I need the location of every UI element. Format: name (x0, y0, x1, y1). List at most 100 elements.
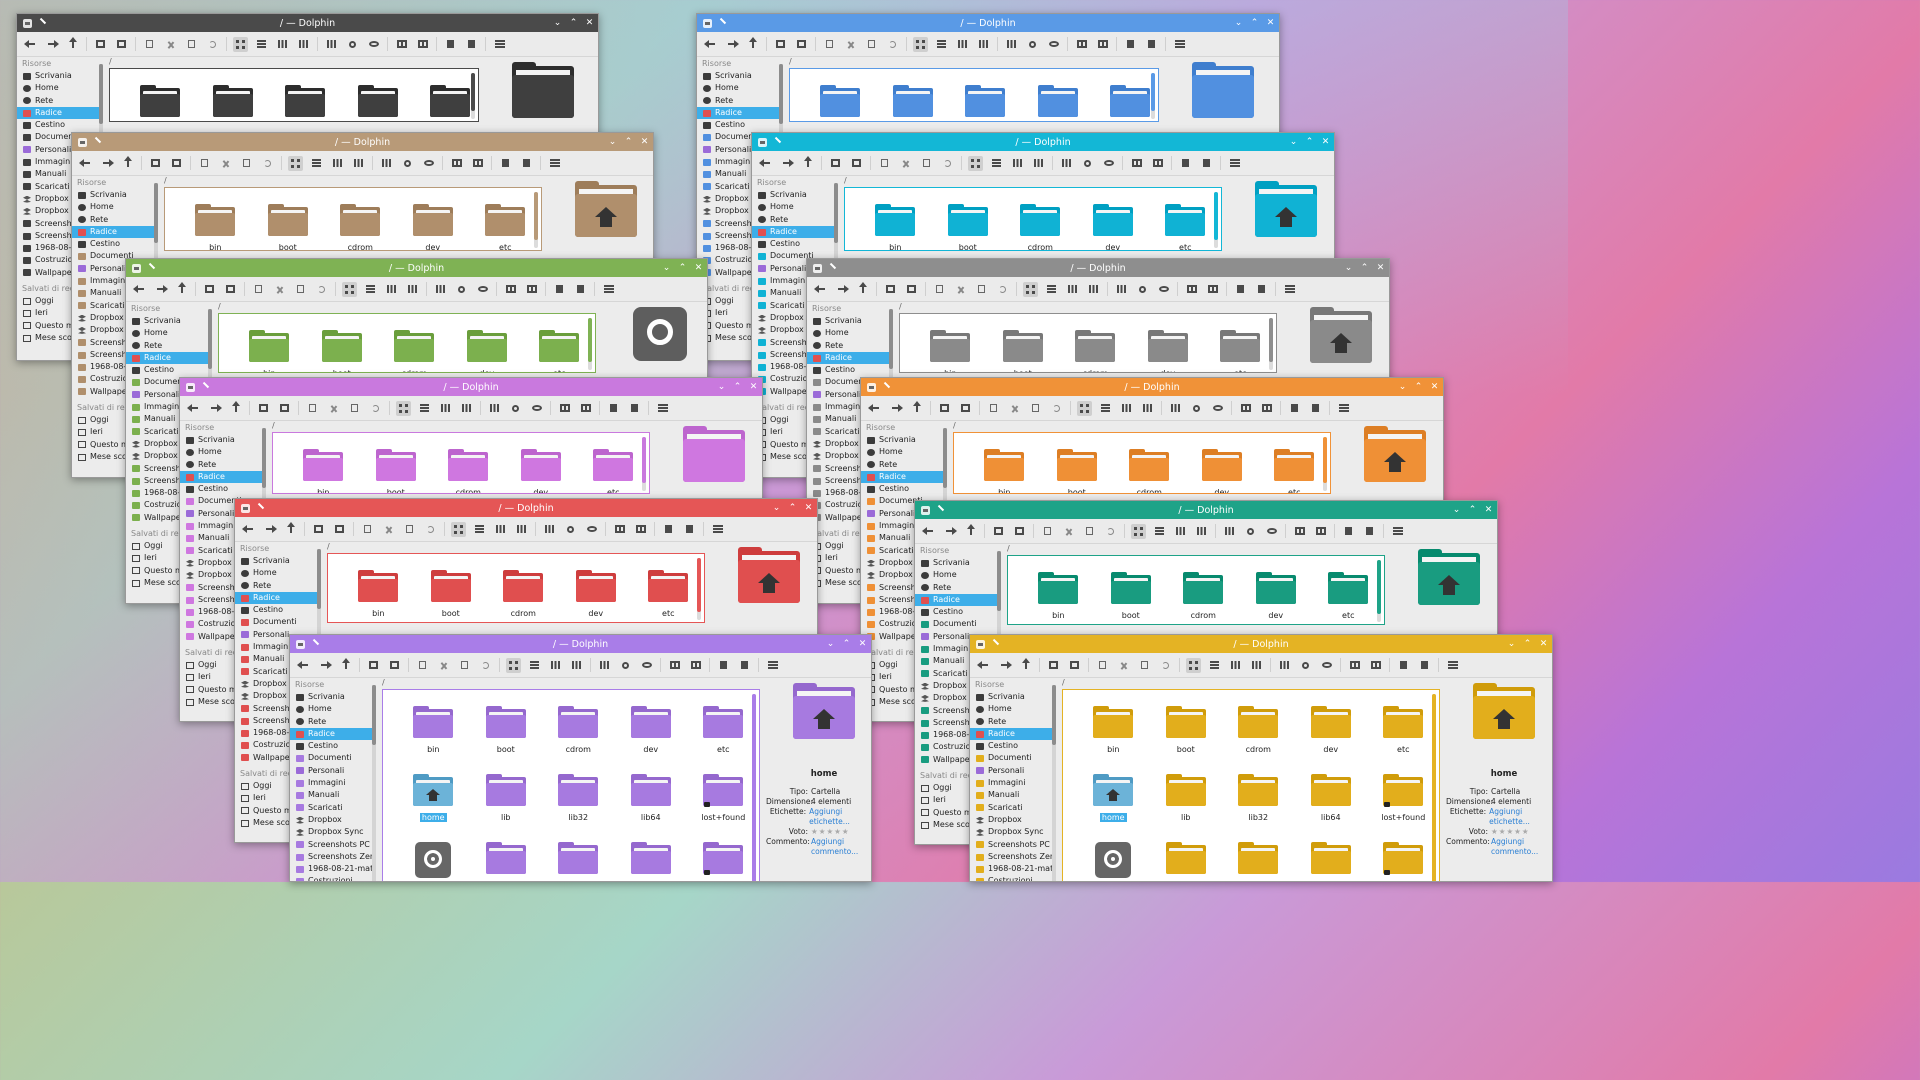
hidden-files-button[interactable] (475, 282, 490, 297)
sidebar-item-rete[interactable]: Rete (807, 340, 889, 352)
title-bar[interactable]: / — Dolphin ⌄ ⌃ ✕ (915, 501, 1497, 519)
split-view-button[interactable] (415, 37, 430, 52)
file-item[interactable]: lib (470, 772, 543, 840)
close-button[interactable]: ✕ (804, 503, 813, 513)
paste-button[interactable] (1137, 658, 1152, 673)
maximize-button[interactable]: ⌃ (842, 639, 851, 649)
search-button[interactable] (1189, 401, 1204, 416)
app-menu-icon[interactable] (132, 263, 141, 273)
rating-stars[interactable]: ★★★★★ (811, 827, 850, 837)
sidebar-item-radice[interactable]: Radice (235, 591, 317, 605)
minimize-button[interactable]: ⌄ (608, 137, 617, 147)
file-item[interactable]: bin (397, 704, 470, 772)
trash-button[interactable] (1287, 401, 1302, 416)
search-button[interactable] (454, 282, 469, 297)
app-menu-icon[interactable] (241, 503, 250, 513)
icons-view-button[interactable] (396, 400, 411, 416)
sidebar-item-radice[interactable]: Radice (17, 106, 99, 120)
sidebar-item-costruzioni[interactable]: Costruzioni (290, 875, 372, 881)
file-item[interactable]: boot (197, 83, 270, 121)
sidebar-item-personali[interactable]: Personali (970, 765, 1052, 777)
file-view[interactable]: binbootcdromdevetc (844, 187, 1222, 251)
sidebar-item-scrivania[interactable]: Scrivania (72, 189, 154, 201)
trash-button[interactable] (661, 522, 676, 537)
preview-button[interactable] (557, 401, 572, 416)
icons-view-button[interactable] (1186, 657, 1201, 673)
new-tab-button[interactable] (991, 524, 1006, 539)
new-tab-button[interactable] (148, 156, 163, 171)
file-view[interactable]: binbootcdromdevetc (899, 313, 1277, 373)
file-item[interactable]: cdrom (1059, 328, 1132, 372)
maximize-button[interactable]: ⌃ (1468, 505, 1477, 515)
sidebar-item-1968-08-21-matri[interactable]: 1968-08-21-matri (290, 863, 372, 875)
app-menu-icon[interactable] (703, 18, 712, 28)
close-button[interactable]: ✕ (694, 263, 703, 273)
compact-view-button[interactable] (955, 37, 970, 52)
file-item[interactable]: cdrom (269, 83, 342, 121)
new-folder-button[interactable] (794, 37, 809, 52)
sidebar-item-documenti[interactable]: Documenti (915, 618, 997, 630)
preview-button[interactable] (449, 156, 464, 171)
undo-button[interactable] (940, 156, 955, 171)
undo-button[interactable] (1049, 401, 1064, 416)
icons-view-button[interactable] (1131, 523, 1146, 539)
copy-button[interactable] (822, 37, 837, 52)
sidebar-item-dropbox-sync[interactable]: Dropbox Sync (290, 826, 372, 838)
minimize-button[interactable]: ⌄ (662, 263, 671, 273)
back-button[interactable] (921, 524, 936, 539)
file-item[interactable]: boot (1095, 570, 1168, 624)
new-folder-button[interactable] (1012, 524, 1027, 539)
cut-button[interactable] (953, 282, 968, 297)
sidebar-item-scrivania[interactable]: Scrivania (235, 555, 317, 567)
sidebar-item-cestino[interactable]: Cestino (915, 606, 997, 618)
search-button[interactable] (1298, 658, 1313, 673)
minimize-button[interactable]: ⌄ (772, 503, 781, 513)
delete-button[interactable] (737, 658, 752, 673)
cut-button[interactable] (163, 37, 178, 52)
file-item[interactable] (1150, 840, 1223, 881)
sidebar-item-rete[interactable]: Rete (17, 95, 99, 107)
new-folder-button[interactable] (223, 282, 238, 297)
sort-button[interactable] (433, 282, 448, 297)
undo-button[interactable] (260, 156, 275, 171)
new-tab-button[interactable] (202, 282, 217, 297)
file-item[interactable]: dev (1186, 447, 1259, 493)
sidebar-item-radice[interactable]: Radice (180, 470, 262, 484)
trash-button[interactable] (1123, 37, 1138, 52)
columns-view-button[interactable] (1031, 156, 1046, 171)
file-item[interactable]: lib (1150, 772, 1223, 840)
minimize-button[interactable]: ⌄ (1452, 505, 1461, 515)
compact-view-button[interactable] (493, 522, 508, 537)
back-button[interactable] (867, 401, 882, 416)
up-button[interactable] (745, 37, 760, 52)
sort-button[interactable] (1059, 156, 1074, 171)
app-menu-icon[interactable] (186, 382, 195, 392)
new-tab-button[interactable] (366, 658, 381, 673)
sidebar-item-documenti[interactable]: Documenti (970, 752, 1052, 764)
delete-button[interactable] (1144, 37, 1159, 52)
title-bar[interactable]: / — Dolphin ⌄ ⌃ ✕ (180, 378, 762, 396)
trash-button[interactable] (1341, 524, 1356, 539)
sidebar-item-scrivania[interactable]: Scrivania (861, 434, 943, 446)
sidebar-item-home[interactable]: Home (72, 201, 154, 213)
forward-button[interactable] (207, 401, 222, 416)
sidebar-item-immagini[interactable]: Immagini (970, 777, 1052, 789)
new-folder-button[interactable] (332, 522, 347, 537)
file-item[interactable]: bin (1077, 704, 1150, 772)
menu-button[interactable] (655, 401, 670, 416)
file-item[interactable]: dev (505, 447, 578, 493)
file-view[interactable]: binbootcdromdevetc (164, 187, 542, 251)
sidebar-item-cestino[interactable]: Cestino (72, 238, 154, 250)
details-view-button[interactable] (417, 401, 432, 416)
file-item[interactable]: dev (1022, 83, 1095, 121)
copy-button[interactable] (877, 156, 892, 171)
sidebar-item-rete[interactable]: Rete (970, 716, 1052, 728)
cut-button[interactable] (1116, 658, 1131, 673)
file-item[interactable]: boot (360, 447, 433, 493)
file-item[interactable]: dev (615, 704, 688, 772)
up-button[interactable] (338, 658, 353, 673)
close-button[interactable]: ✕ (858, 639, 867, 649)
sort-button[interactable] (597, 658, 612, 673)
up-button[interactable] (283, 522, 298, 537)
new-tab-button[interactable] (828, 156, 843, 171)
